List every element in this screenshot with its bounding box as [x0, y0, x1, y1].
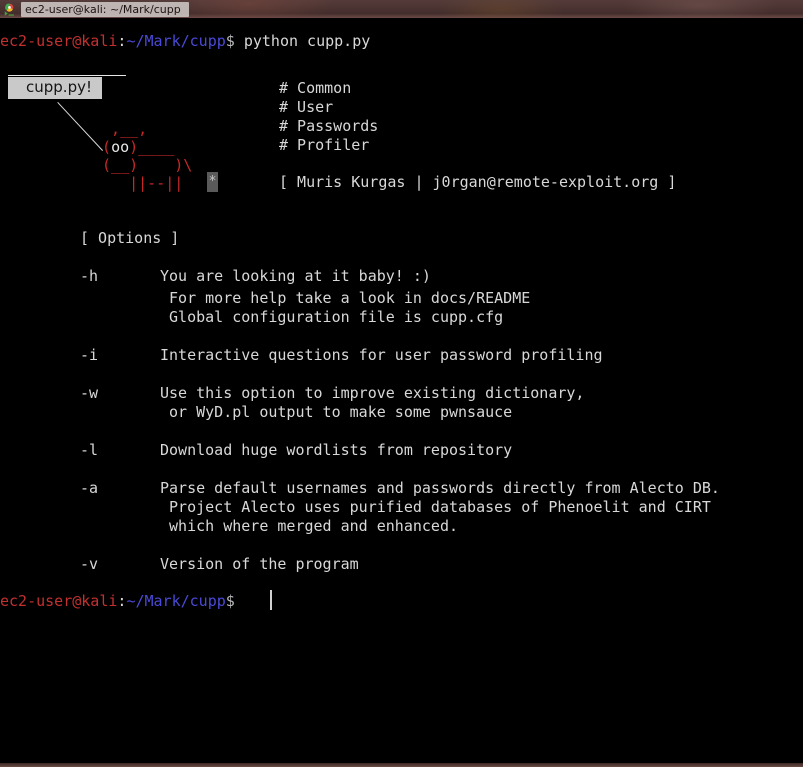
prompt-user-host: ec2-user@kali: [0, 32, 118, 50]
typed-command: python cupp.py: [243, 32, 371, 50]
banner-acronym-line-3: # Profiler: [279, 136, 370, 154]
option-flag-w: -w: [80, 384, 99, 402]
banner-author-line: [ Muris Kurgas | j0rgan@remote-exploit.o…: [279, 173, 677, 191]
desktop-bottom-edge: [0, 763, 803, 767]
option-desc-l-0: Download huge wordlists from repository: [160, 441, 513, 459]
prompt-sigil: $: [225, 32, 235, 50]
text-cursor: [270, 590, 272, 610]
prompt-line-command: ec2-user@kali:~/Mark/cupp$ python cupp.p…: [0, 29, 370, 53]
cursor-block-asterisk: *: [207, 172, 218, 192]
prompt-sigil-2: $: [225, 592, 235, 610]
option-desc-w-1: or WyD.pl output to make some pwnsauce: [160, 403, 513, 421]
option-desc-h-0: You are looking at it baby! :): [160, 267, 431, 285]
window-title: ec2-user@kali: ~/Mark/cupp: [25, 2, 181, 16]
prompt-line-active[interactable]: ec2-user@kali:~/Mark/cupp$: [0, 589, 235, 613]
terminal-screen[interactable]: ec2-user@kali:~/Mark/cupp$ python cupp.p…: [0, 18, 803, 763]
option-flag-a: -a: [80, 479, 99, 497]
option-flag-v: -v: [80, 555, 99, 573]
option-flag-l: -l: [80, 441, 99, 459]
window-titlebar[interactable]: ec2-user@kali: ~/Mark/cupp: [0, 0, 803, 18]
ascii-art-line-3: ||--||: [93, 174, 184, 192]
option-flag-i: -i: [80, 346, 99, 364]
option-desc-h-2: Global configuration file is cupp.cfg: [160, 308, 504, 326]
prompt-path: ~/Mark/cupp: [126, 32, 226, 50]
option-flag-h: -h: [80, 267, 99, 285]
options-header: [ Options ]: [80, 229, 180, 247]
option-desc-i-0: Interactive questions for user password …: [160, 346, 603, 364]
prompt-user-host-2: ec2-user@kali: [0, 592, 118, 610]
prompt-path-2: ~/Mark/cupp: [126, 592, 226, 610]
callout-top-rule: [8, 75, 126, 76]
terminal-app-icon: [4, 3, 14, 16]
option-desc-v-0: Version of the program: [160, 555, 359, 573]
option-desc-a-2: which where merged and enhanced.: [160, 517, 459, 535]
callout-cupp-label: cupp.py!: [8, 77, 102, 99]
terminal-window: ec2-user@kali: ~/Mark/cupp ec2-user@kali…: [0, 0, 803, 767]
